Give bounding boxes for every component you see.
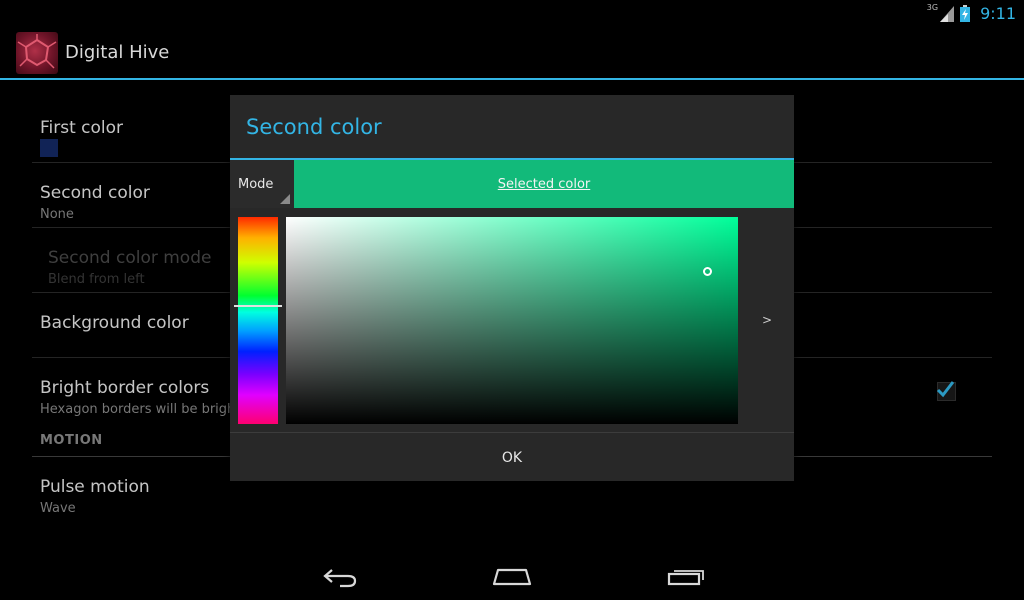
mode-label: Mode [238,177,274,192]
action-bar: Digital Hive [0,28,1024,80]
saturation-value-picker[interactable] [286,217,738,424]
battery-charging-icon [960,5,971,22]
selected-color-preview[interactable]: Selected color [294,160,794,208]
dropdown-corner-icon [280,194,290,204]
color-picker-dialog: Second color Mode Selected color > OK [230,95,794,481]
back-icon[interactable] [320,564,360,588]
signal-icon [940,5,955,22]
hue-slider-marker[interactable] [234,305,282,307]
hue-slider[interactable] [238,217,278,424]
selected-color-label: Selected color [497,177,591,192]
ok-label: OK [501,450,523,466]
app-title: Digital Hive [65,42,170,63]
recents-icon[interactable] [666,564,706,588]
navigation-bar [0,550,1024,600]
color-picker-handle[interactable] [703,267,712,276]
status-bar: 3G 9:11 [0,0,1024,28]
dialog-title: Second color [246,115,382,139]
hexagon-logo-icon [17,34,57,69]
expand-arrow-button[interactable]: > [762,313,772,327]
digital-hive-app-icon[interactable] [16,32,58,74]
clock: 9:11 [980,4,1016,23]
mode-button[interactable]: Mode [230,160,294,208]
network-type: 3G [926,3,939,12]
ok-button[interactable]: OK [230,433,794,481]
status-icons: 3G 9:11 [926,3,1016,23]
home-icon[interactable] [492,564,532,588]
